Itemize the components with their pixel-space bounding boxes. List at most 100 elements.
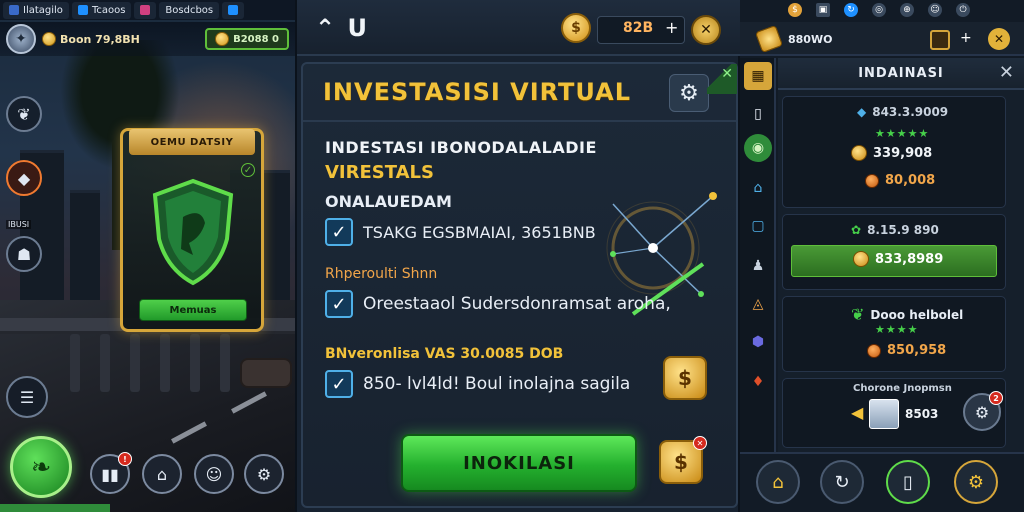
target-icon[interactable]: ⊕ [900, 3, 914, 17]
ranking-value-row: 339,908 [851, 145, 932, 161]
eye-icon[interactable]: ◬ [744, 290, 772, 318]
tab-label: Bosdcbos [165, 4, 214, 16]
add-coins-button[interactable]: + [665, 18, 678, 37]
star-rating: ★★★★★ [875, 127, 930, 140]
refresh-button[interactable]: ↻ [820, 460, 864, 504]
right-sidebar: ▦ ▯ ◉ ⌂ ▢ ♟ ◬ ⬢ ♦ [740, 58, 776, 452]
coin-icon [851, 145, 867, 161]
baluster [100, 334, 110, 392]
option-row[interactable]: ✓ 850- lvl4ld! Boul inolajna sagila [325, 370, 630, 398]
user-icon[interactable]: ☺ [928, 3, 942, 17]
tab-label: Tcaoos [91, 4, 126, 16]
right-panel: $ ▣ ↻ ◎ ⊕ ☺ ⏻ 880WO + ✕ ▦ ▯ ◉ ⌂ ▢ ♟ ◬ ⬢ … [740, 0, 1024, 512]
coin-icon [853, 251, 869, 267]
section-label: Rhperoulti Shnn [325, 266, 438, 282]
coin-balance: Boon 79,8BH [42, 32, 140, 46]
gold-coin-icon: $ [663, 356, 707, 400]
dialog-headline: INDESTASI IBONODALALADIE [325, 138, 597, 157]
card-icon[interactable]: ▢ [744, 212, 772, 240]
baluster [130, 334, 140, 392]
chevron-left-icon[interactable]: ◀ [851, 403, 863, 422]
ranking-name-row: ✿ 8.15.9 890 [851, 223, 939, 237]
home-button[interactable]: ⌂ [142, 454, 182, 494]
tab-ilatagilo[interactable]: Ilatagilo [3, 1, 69, 19]
phone-icon[interactable]: ▯ [744, 100, 772, 128]
tab-blue[interactable] [222, 1, 245, 19]
ranking-card[interactable]: ✿ 8.15.9 890 833,8989 [782, 214, 1006, 290]
tab-bosdcbos[interactable]: Bosdcbos [159, 1, 220, 19]
shield-card-button[interactable]: Memuas [139, 299, 247, 321]
gem-balance-text: B2088 0 [233, 33, 279, 45]
ranking-card[interactable]: Chorone Jnopmsn ◀ 8503 ⚙ 2 [782, 378, 1006, 448]
settings-gear-button[interactable]: ⚙ 2 [963, 391, 1003, 431]
home-icon[interactable]: ⌂ [744, 174, 772, 202]
checkbox-checked[interactable]: ✓ [325, 370, 353, 398]
checkbox-checked[interactable]: ✓ [325, 290, 353, 318]
gem-icon[interactable]: ⬢ [744, 328, 772, 356]
window-icon[interactable]: ▣ [816, 3, 830, 17]
section-label: BNveronlisa VAS 30.0085 DOB [325, 346, 564, 362]
ranking-name: Dooo helbolel [870, 307, 964, 322]
compass-icon[interactable]: ◎ [872, 3, 886, 17]
shield-badge-icon[interactable]: ◆ [6, 160, 42, 196]
gem-balance-button[interactable]: B2088 0 [205, 28, 289, 50]
close-icon[interactable]: ✕ [707, 64, 737, 94]
close-icon[interactable]: ✕ [999, 62, 1014, 83]
menu-leaf-icon[interactable]: ❦ [6, 96, 42, 132]
box-icon[interactable]: ▦ [744, 62, 772, 90]
diamond-icon: ◆ [857, 105, 867, 119]
tab-pink[interactable] [134, 1, 157, 19]
stats-button[interactable]: ▮▮ ! [90, 452, 132, 494]
ranking-card[interactable]: ◆ 843.3.9009 ★★★★★ 339,908 80,008 [782, 96, 1006, 208]
option-row[interactable]: ✓ Oreestaaol Sudersdonramsat aroha, [325, 290, 671, 318]
checkbox-checked[interactable]: ✓ [325, 218, 353, 246]
activate-button[interactable]: INOKILASI [401, 434, 637, 492]
home-button[interactable]: ⌂ [756, 460, 800, 504]
settings-gear-icon[interactable]: ⚙ [669, 74, 709, 112]
ranking-reward-row: 80,008 [865, 173, 935, 188]
flame-icon[interactable]: ♦ [744, 368, 772, 396]
gold-coin-icon[interactable]: $ [788, 3, 802, 17]
tab-tcaoos[interactable]: Tcaoos [71, 1, 132, 19]
coin-icon: $ [561, 13, 591, 43]
coin-balance-text: Boon 79,8BH [60, 32, 140, 46]
location-icon[interactable]: ☗ [6, 236, 42, 272]
baluster [220, 334, 230, 392]
option-text: 850- lvl4ld! Boul inolajna sagila [363, 374, 631, 394]
baluster [160, 334, 170, 392]
ranking-name-row: ◆ 843.3.9009 [857, 105, 948, 119]
phone-button[interactable]: ▯ [886, 460, 930, 504]
settings-gear-button[interactable]: ⚙ [954, 460, 998, 504]
add-button[interactable]: + [960, 30, 972, 46]
right-top-icons: $ ▣ ↻ ◎ ⊕ ☺ ⏻ [740, 0, 1024, 20]
figure-icon[interactable]: ♟ [744, 252, 772, 280]
tools-icon[interactable]: ✕ [691, 15, 721, 45]
ranking-card[interactable]: ❦ Dooo helbolel ★★★★ 850,958 [782, 296, 1006, 372]
main-action-button[interactable]: ❧ [10, 436, 72, 498]
settings-gear-button[interactable]: ⚙ [244, 454, 284, 494]
player-avatar-icon[interactable]: ✦ [6, 24, 36, 54]
rankings-title: INDAINASI [858, 66, 944, 81]
option-text: Oreestaaol Sudersdonramsat aroha, [363, 294, 671, 314]
side-label: IBUSI [6, 220, 32, 229]
chest-icon[interactable]: ☰ [6, 376, 48, 418]
power-icon[interactable]: ⏻ [956, 3, 970, 17]
dialog-highlight: VIRESTALS [325, 162, 434, 183]
notification-badge: ! [118, 452, 132, 466]
ranking-reward: 850,958 [887, 343, 947, 358]
ranking-name: 843.3.9009 [872, 105, 949, 119]
bottom-nav: ❧ ▮▮ ! ⌂ ☺ ⚙ [0, 432, 295, 512]
game-screen: Ilatagilo Tcaoos Bosdcbos ✦ Boon 79,8BH [0, 0, 1024, 512]
ranking-value: 8503 [905, 407, 939, 421]
mask-button[interactable]: ☺ [194, 454, 234, 494]
option-row[interactable]: ✓ TSAKG EGSBMAIAI, 3651BNB [325, 218, 596, 246]
baluster [70, 334, 80, 392]
dialog-subhead: ONALAUEDAM [325, 192, 452, 211]
coin-icon [865, 173, 879, 188]
refresh-icon[interactable]: ↻ [844, 3, 858, 17]
chest-icon[interactable] [930, 30, 950, 50]
hud-bar: ✦ Boon 79,8BH B2088 0 [0, 22, 295, 56]
ranking-name: Chorone Jnopmsn [853, 383, 952, 394]
globe-icon[interactable]: ◉ [744, 134, 772, 162]
tools-icon[interactable]: ✕ [988, 28, 1010, 50]
